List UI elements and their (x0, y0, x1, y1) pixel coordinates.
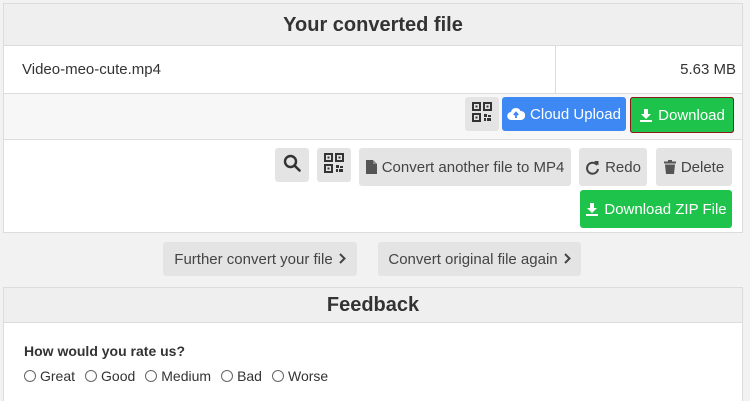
rating-question: How would you rate us? (24, 343, 186, 359)
redo-button[interactable]: Redo (579, 148, 647, 186)
further-convert-button[interactable]: Further convert your file (163, 242, 357, 276)
search-icon (283, 154, 301, 176)
converted-file-title: Your converted file (4, 4, 742, 46)
trash-icon (663, 160, 676, 174)
search-button[interactable] (275, 148, 309, 182)
rating-option-worse[interactable]: Worse (271, 368, 329, 384)
download-icon (639, 108, 653, 122)
convert-another-button[interactable]: Convert another file to MP4 (359, 148, 571, 186)
convert-original-button[interactable]: Convert original file again (378, 242, 581, 276)
file-actions: Convert another file to MP4 Redo Delete … (4, 140, 742, 232)
qr-code-button-2[interactable] (317, 148, 351, 182)
redo-label: Redo (605, 158, 641, 176)
radio-circle[interactable] (271, 370, 284, 382)
download-row: Cloud Upload Download (4, 94, 742, 140)
download-button[interactable]: Download (630, 97, 734, 133)
feedback-panel: Feedback How would you rate us? Great Go… (3, 287, 743, 401)
download-zip-label: Download ZIP File (604, 200, 727, 218)
qr-code-icon (324, 153, 344, 177)
chevron-right-icon (563, 251, 571, 268)
radio-circle[interactable] (145, 370, 158, 382)
radio-circle[interactable] (85, 370, 98, 382)
cloud-upload-label: Cloud Upload (530, 105, 621, 123)
download-label: Download (658, 106, 725, 124)
qr-code-button[interactable] (465, 97, 499, 131)
rating-option-label: Medium (161, 368, 212, 384)
rating-option-label: Good (101, 368, 136, 384)
further-convert-label: Further convert your file (174, 250, 333, 268)
cloud-upload-button[interactable]: Cloud Upload (502, 97, 626, 131)
cloud-upload-icon (507, 107, 526, 121)
radio-circle[interactable] (24, 370, 36, 382)
delete-button[interactable]: Delete (656, 148, 732, 186)
rating-option-label: Great (40, 368, 76, 384)
convert-original-label: Convert original file again (388, 250, 558, 268)
rating-option-bad[interactable]: Bad (221, 368, 262, 384)
rating-option-label: Worse (287, 368, 329, 384)
file-name: Video-meo-cute.mp4 (4, 46, 556, 93)
download-icon (585, 202, 599, 216)
convert-another-label: Convert another file to MP4 (381, 158, 565, 176)
rating-option-great[interactable]: Great (24, 368, 75, 384)
rating-option-good[interactable]: Good (85, 368, 135, 384)
radio-circle[interactable] (221, 370, 234, 382)
rating-options: Great Good Medium Bad Worse (24, 368, 338, 384)
redo-icon (585, 160, 600, 175)
rating-option-label: Bad (237, 368, 262, 384)
file-row: Video-meo-cute.mp4 5.63 MB (4, 46, 742, 94)
converted-file-panel: Your converted file Video-meo-cute.mp4 5… (3, 3, 743, 233)
file-size: 5.63 MB (680, 61, 736, 78)
delete-label: Delete (680, 158, 725, 176)
qr-code-icon (472, 102, 492, 126)
file-icon (365, 160, 377, 174)
rating-option-medium[interactable]: Medium (145, 368, 211, 384)
feedback-title: Feedback (4, 288, 742, 323)
chevron-right-icon (338, 251, 346, 268)
download-zip-button[interactable]: Download ZIP File (580, 190, 732, 228)
